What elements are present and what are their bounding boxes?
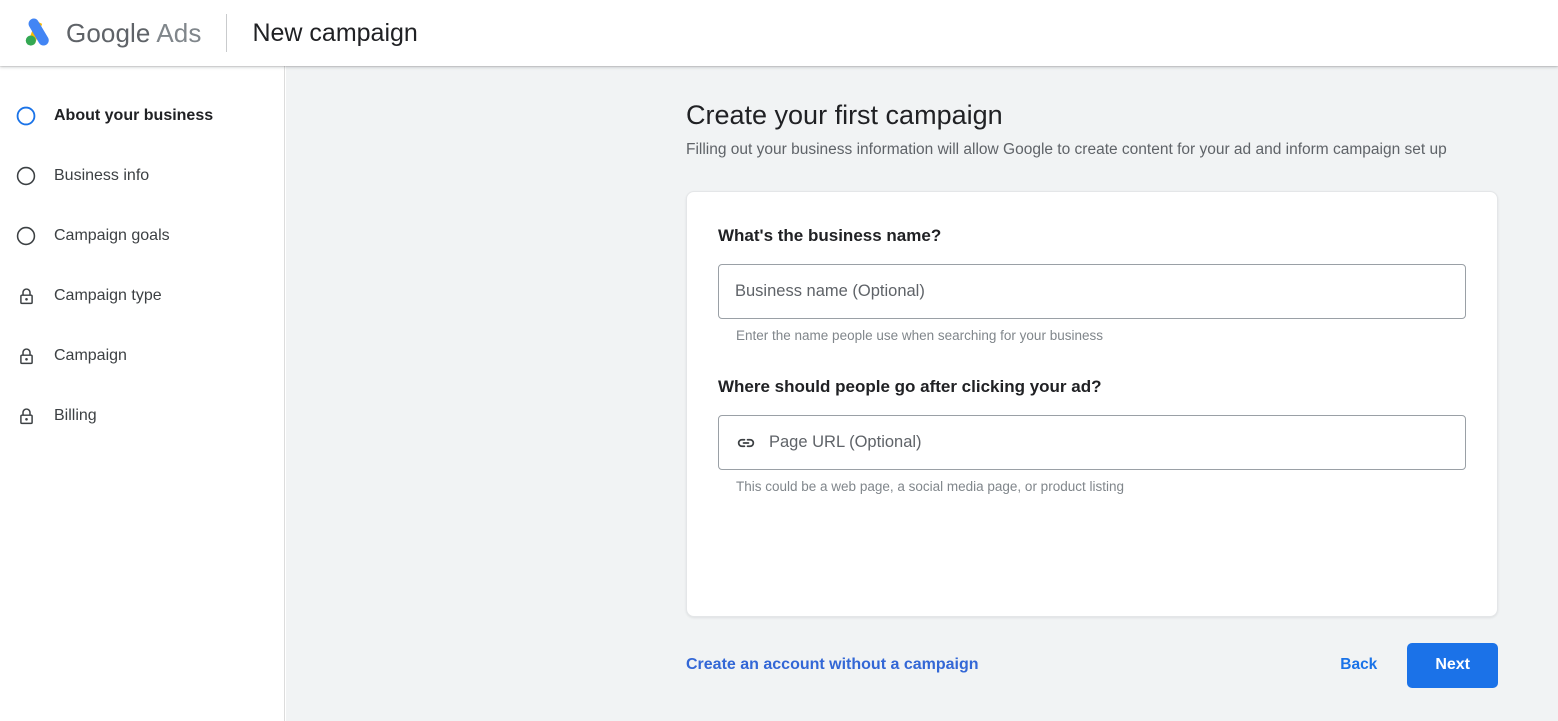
page-subtitle: Filling out your business information wi… — [686, 139, 1448, 161]
business-name-input[interactable]: Business name (Optional) — [718, 264, 1466, 319]
sidebar-item-campaign-type: Campaign type — [0, 276, 284, 316]
form-footer: Create an account without a campaign Bac… — [686, 640, 1498, 690]
sidebar-item-about-your-business[interactable]: About your business — [0, 96, 284, 136]
business-form-card: What's the business name? Business name … — [686, 191, 1498, 617]
business-name-question: What's the business name? — [718, 226, 1466, 246]
next-button[interactable]: Next — [1407, 643, 1498, 688]
sidebar-item-label: Billing — [54, 407, 97, 425]
brand-name-bold: Google — [66, 18, 150, 48]
circle-outline-icon — [14, 164, 38, 188]
sidebar-item-label: Campaign type — [54, 287, 162, 305]
footer-actions: Back Next — [1324, 643, 1498, 688]
app-header: Google Ads New campaign — [0, 0, 1558, 66]
page-url-help-text: This could be a web page, a social media… — [736, 479, 1466, 494]
lock-icon — [14, 284, 38, 308]
circle-outline-icon — [14, 224, 38, 248]
google-ads-logo-icon — [18, 14, 56, 52]
sidebar-item-billing: Billing — [0, 396, 284, 436]
page-title-header: New campaign — [252, 19, 417, 48]
page-url-field-block: Where should people go after clicking yo… — [718, 377, 1466, 494]
main-content: Create your first campaign Filling out y… — [286, 66, 1558, 721]
sidebar-item-label: Campaign goals — [54, 227, 170, 245]
sidebar-item-label: About your business — [54, 107, 213, 125]
business-name-field-block: What's the business name? Business name … — [718, 226, 1466, 343]
page-url-placeholder: Page URL (Optional) — [769, 433, 922, 452]
lock-icon — [14, 404, 38, 428]
sidebar-item-campaign-goals[interactable]: Campaign goals — [0, 216, 284, 256]
create-account-without-campaign-link[interactable]: Create an account without a campaign — [686, 656, 979, 674]
lock-icon — [14, 344, 38, 368]
sidebar-item-label: Business info — [54, 167, 149, 185]
back-button[interactable]: Back — [1324, 646, 1393, 684]
brand-name-light: Ads — [156, 18, 201, 48]
content-column: Create your first campaign Filling out y… — [686, 100, 1498, 690]
sidebar-item-label: Campaign — [54, 347, 127, 365]
sidebar-nav: About your business Business info Campai… — [0, 66, 285, 721]
page-url-input[interactable]: Page URL (Optional) — [718, 415, 1466, 470]
link-icon — [735, 432, 757, 454]
page-url-question: Where should people go after clicking yo… — [718, 377, 1466, 397]
circle-outline-icon — [14, 104, 38, 128]
brand-name: Google Ads — [66, 18, 201, 49]
sidebar-item-business-info[interactable]: Business info — [0, 156, 284, 196]
business-name-help-text: Enter the name people use when searching… — [736, 328, 1466, 343]
brand-logo-area[interactable]: Google Ads — [18, 14, 201, 52]
sidebar-item-campaign: Campaign — [0, 336, 284, 376]
page-title: Create your first campaign — [686, 100, 1498, 131]
business-name-placeholder: Business name (Optional) — [735, 282, 925, 301]
header-divider — [226, 14, 227, 52]
